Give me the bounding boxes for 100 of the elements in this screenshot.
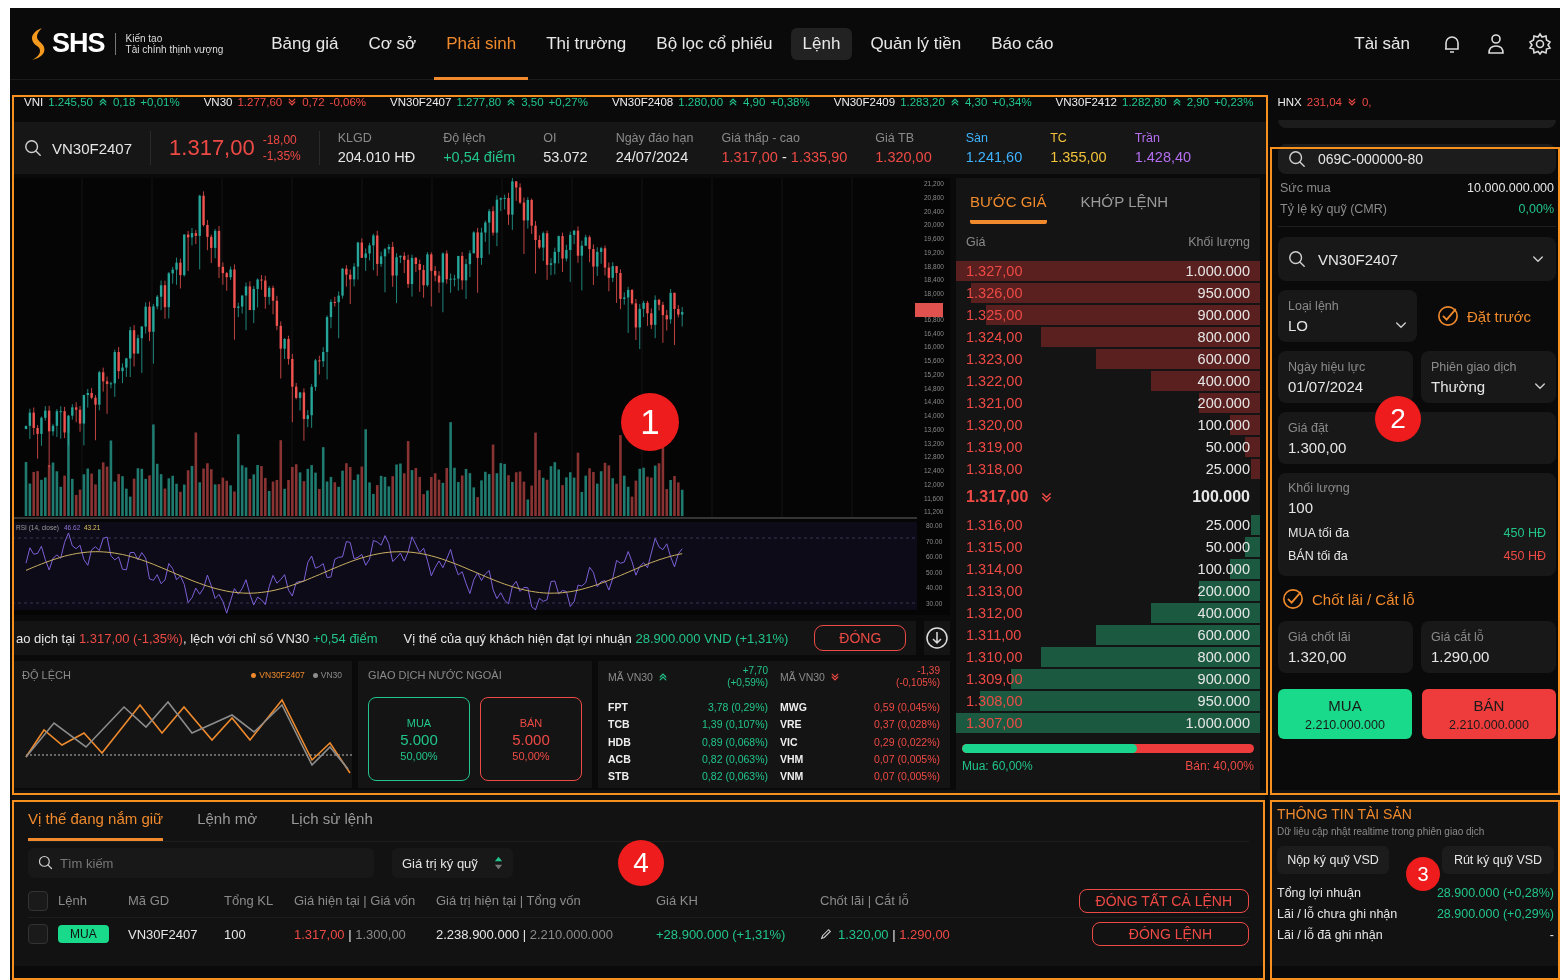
bid-volume: 600.000 <box>1197 627 1250 643</box>
ticker-price: 1.280,00 <box>678 96 724 108</box>
ticker-symbol[interactable]: VN30 <box>203 96 233 108</box>
trade-label: BÁN <box>519 716 543 729</box>
positions-tab[interactable]: Vị thế đang nắm giữ <box>28 794 164 841</box>
nav-tab[interactable]: Lệnh <box>790 27 853 60</box>
ask-price: 1.319,00 <box>966 439 1023 455</box>
stock-code: VHM <box>780 751 804 767</box>
take-profit-field[interactable]: Giá chốt lãi 1.320,00 <box>1278 621 1413 673</box>
stat-value: 1.317,00 - 1.335,90 <box>721 148 848 167</box>
info-value: 28.900.000 (+0,29%) <box>1436 906 1554 923</box>
ticker-symbol[interactable]: HNX <box>1277 96 1302 108</box>
checkbox[interactable] <box>1437 305 1459 327</box>
stock-code: FPT <box>608 700 628 715</box>
ask-price: 1.320,00 <box>966 417 1023 433</box>
ticker-change: 0, <box>1361 96 1372 108</box>
assets-link[interactable]: Tài sản <box>1354 33 1410 54</box>
checkbox-label: Đặt trước <box>1467 307 1532 325</box>
nav-tab[interactable]: Phái sinh <box>434 8 529 80</box>
stock-contribution: 0,59 (0,045%) <box>874 700 940 715</box>
close-all-button[interactable]: ĐÓNG TẤT CẢ LỆNH <box>1078 888 1249 913</box>
order-book-tab[interactable]: KHỚP LỆNH <box>1080 178 1169 224</box>
quantity-field[interactable]: Khối lượng 100 <box>1288 481 1546 516</box>
info-label: Lãi / lỗ chưa ghi nhận <box>1277 905 1398 923</box>
info-value: 450 HĐ <box>1503 525 1546 542</box>
legend-label: VN30 <box>320 670 342 680</box>
ticker-price: 1.282,80 <box>1122 96 1167 108</box>
stock-code: VRE <box>780 717 802 733</box>
row-checkbox[interactable] <box>28 890 48 911</box>
sort-select[interactable]: Giá trị ký quỹ <box>392 848 513 878</box>
ask-price: 1.323,00 <box>966 351 1023 367</box>
info-label: BÁN tối đa <box>1288 547 1348 565</box>
close-position-button[interactable]: ĐÓNG LỆNH <box>1091 922 1249 946</box>
positions-tab[interactable]: Lịch sử lệnh <box>291 794 373 841</box>
side-badge: MUA <box>58 925 109 943</box>
ticker-symbol[interactable]: VN30F2408 <box>611 96 674 108</box>
ask-price: 1.318,00 <box>966 461 1023 477</box>
search-icon <box>38 855 53 870</box>
nav-tab[interactable]: Bộ lọc cổ phiếu <box>644 8 785 80</box>
stat-value: 1.320,00 <box>875 148 932 167</box>
stock-contribution: 0,07 (0,005%) <box>874 751 940 767</box>
stock-contribution: 0,37 (0,028%) <box>874 717 940 733</box>
stat-value: 1.241,60 <box>965 148 1023 167</box>
stat-label: KLGD <box>337 130 373 147</box>
margin-button[interactable]: Rút ký quỹ VSD <box>1442 846 1554 874</box>
symbol-select[interactable]: VN30F2407 <box>1278 237 1556 281</box>
order-book-tab[interactable]: BƯỚC GIÁ <box>970 178 1047 224</box>
buy-button[interactable]: MUA 2.210.000.000 <box>1278 689 1412 739</box>
checkbox[interactable] <box>1282 588 1304 610</box>
info-label: Sức mua <box>1280 181 1331 195</box>
effective-date-field[interactable]: Ngày hiệu lực 01/07/2024 <box>1278 351 1413 403</box>
table-cell-text: 100 <box>224 926 247 942</box>
ticker-symbol[interactable]: VN30F2409 <box>833 96 896 108</box>
margin-button[interactable]: Nộp ký quỹ VSD <box>1277 846 1389 874</box>
buy-ratio-label: Mua: 60,00% <box>962 759 1033 773</box>
ask-volume: 100.000 <box>1197 417 1250 433</box>
bid-volume: 950.000 <box>1197 693 1250 709</box>
stat-value: 204.010 HĐ <box>337 148 416 167</box>
order-type-select[interactable]: Loại lệnh LO <box>1278 290 1417 342</box>
session-select[interactable]: Phiên giao dịch Thường <box>1421 351 1556 403</box>
ticker-price: 231,04 <box>1306 96 1342 108</box>
legend-label: VN30F2407 <box>259 670 305 680</box>
nav-tab[interactable]: Cơ sở <box>356 8 429 80</box>
search-icon <box>24 139 42 157</box>
settings-icon[interactable] <box>1528 31 1552 56</box>
nav-tab[interactable]: Bảng giá <box>259 8 351 80</box>
stat-value: 1.355,00 <box>1050 148 1107 167</box>
sell-button[interactable]: BÁN 2.210.000.000 <box>1422 689 1556 739</box>
stop-loss-field[interactable]: Giá cắt lỗ 1.290,00 <box>1421 621 1556 673</box>
column-header: Mã GD <box>128 893 171 908</box>
positions-tab[interactable]: Lệnh mở <box>197 794 257 841</box>
symbol-label[interactable]: VN30F2407 <box>52 139 133 157</box>
movers-title: MÃ VN30 <box>780 671 825 683</box>
sell-ratio-label: Bán: 40,00% <box>1185 759 1254 773</box>
ticker-symbol[interactable]: VNI <box>24 96 44 108</box>
nav-tab[interactable]: Báo cáo <box>979 8 1066 80</box>
search-field[interactable]: Tìm kiếm <box>28 848 374 878</box>
last-price: 1.317,00 <box>169 135 255 161</box>
ticker-symbol[interactable]: VN30F2412 <box>1055 96 1117 108</box>
ticker-symbol[interactable]: VN30F2407 <box>390 96 452 108</box>
chevron-down-icon <box>1532 254 1544 264</box>
sort-icon[interactable] <box>493 855 503 871</box>
pencil-icon[interactable] <box>820 928 832 940</box>
stat-label: Độ lệch <box>443 130 487 147</box>
download-icon[interactable] <box>925 626 950 650</box>
trade-volume: 5.000 <box>512 730 550 748</box>
logo-text: SHS <box>52 28 105 59</box>
nav-tab[interactable]: Thị trường <box>534 8 639 80</box>
nav-tab[interactable]: Quản lý tiền <box>858 8 974 80</box>
bid-volume: 400.000 <box>1197 605 1250 621</box>
bid-price: 1.309,00 <box>966 671 1023 687</box>
close-position-button[interactable]: ĐÓNG <box>814 625 907 651</box>
ticker-change: 3,50 <box>521 96 544 108</box>
bid-volume: 200.000 <box>1197 583 1250 599</box>
account-selector[interactable]: 069C-000000-80 <box>1278 144 1556 174</box>
ask-price: 1.325,00 <box>966 307 1023 323</box>
row-checkbox[interactable] <box>28 924 48 944</box>
search-icon <box>1288 250 1306 268</box>
position-note: Vị thế của quý khách hiện đạt lợi nhuận 28.900.000 VND (+1,31%) <box>403 630 789 646</box>
chevron-down-icon <box>1534 381 1546 391</box>
